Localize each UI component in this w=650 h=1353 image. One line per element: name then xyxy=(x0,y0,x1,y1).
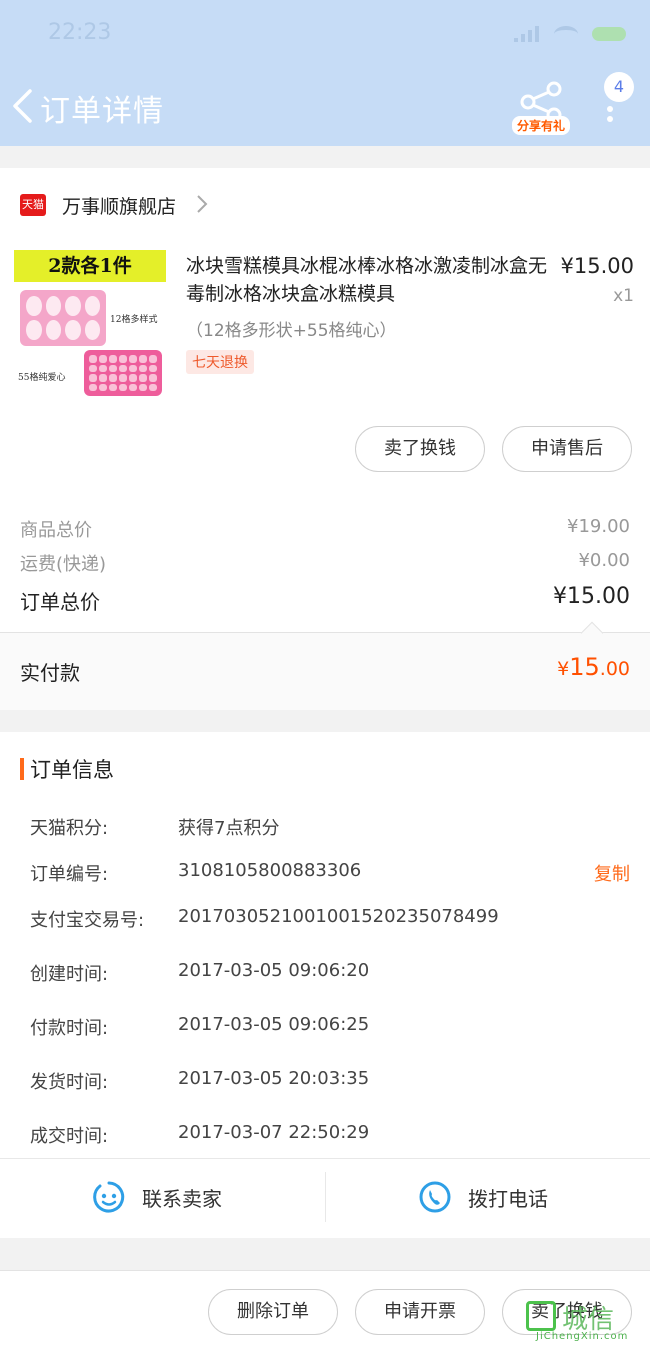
page-title: 订单详情 xyxy=(40,94,164,129)
divider xyxy=(0,1158,650,1159)
shipped-time-label: 发货时间: xyxy=(30,1072,109,1093)
order-number-label: 订单编号: xyxy=(30,864,109,885)
points-label: 天猫积分: xyxy=(30,818,109,839)
message-count-badge[interactable]: 4 xyxy=(604,72,634,102)
shop-name[interactable]: 万事顺旗舰店 xyxy=(62,192,176,219)
status-time: 22:23 xyxy=(48,20,112,45)
shipping-value: ¥0.00 xyxy=(578,550,630,571)
thumb-caption: 55格纯爱心 xyxy=(18,373,66,383)
product-quantity: x1 xyxy=(613,286,634,306)
completed-time-value: 2017-03-07 22:50:29 xyxy=(178,1122,370,1143)
call-phone-button[interactable]: 拨打电话 xyxy=(418,1172,548,1222)
thumb-caption: 12格多样式 xyxy=(110,315,158,325)
battery-icon xyxy=(592,27,626,41)
sell-for-cash-button[interactable]: 卖了换钱 xyxy=(355,426,485,472)
phone-icon xyxy=(419,1181,451,1213)
bottom-action-bar: 删除订单 申请开票 卖了换钱 城信 JiChengXin.com xyxy=(0,1270,650,1353)
tmall-logo-icon: 天猫 xyxy=(20,194,46,216)
order-item-card: 天猫 万事顺旗舰店 2款各1件 12格多样式 55格纯爱心 冰块雪糕模具冰棍冰棒… xyxy=(0,168,650,708)
product-sku: （12格多形状+55格纯心） xyxy=(186,321,397,341)
order-total-value: ¥15.00 xyxy=(553,584,630,609)
contact-seller-label: 联系卖家 xyxy=(142,1186,222,1211)
thumb-banner: 2款各1件 xyxy=(14,250,166,282)
chat-face-icon xyxy=(93,1181,125,1213)
order-number-value: 3108105800883306 xyxy=(178,860,362,881)
share-gift-tag[interactable]: 分享有礼 xyxy=(512,116,571,135)
paid-value: ¥15.00 xyxy=(557,653,630,681)
call-phone-label: 拨打电话 xyxy=(468,1186,548,1211)
paid-amount-row: 实付款 ¥15.00 xyxy=(0,621,650,710)
watermark-subtext: JiChengXin.com xyxy=(536,1331,629,1342)
contact-seller-button[interactable]: 联系卖家 xyxy=(92,1172,222,1222)
mold-tray-image xyxy=(20,290,106,346)
product-thumbnail[interactable]: 2款各1件 12格多样式 55格纯爱心 xyxy=(14,250,166,402)
product-price: ¥15.00 xyxy=(560,254,634,278)
watermark-logo: 城信 JiChengXin.com xyxy=(524,1299,644,1345)
order-total-label: 订单总价 xyxy=(20,590,100,614)
request-invoice-button[interactable]: 申请开票 xyxy=(355,1289,485,1335)
mold-tray-image xyxy=(84,350,162,396)
header-bar: 22:23 订单详情 分享有礼 4 xyxy=(0,0,650,146)
order-info-title: 订单信息 xyxy=(30,758,114,782)
shipped-time-value: 2017-03-05 20:03:35 xyxy=(178,1068,370,1089)
status-icons xyxy=(514,26,626,42)
created-time-label: 创建时间: xyxy=(30,964,109,985)
after-sale-button[interactable]: 申请售后 xyxy=(502,426,632,472)
points-value: 获得7点积分 xyxy=(178,818,280,839)
divider xyxy=(325,1172,326,1222)
alipay-trade-value: 2017030521001001520235078499 xyxy=(178,906,499,927)
delete-order-button[interactable]: 删除订单 xyxy=(208,1289,338,1335)
order-info-card: 订单信息 天猫积分: 获得7点积分 订单编号: 3108105800883306… xyxy=(0,732,650,1238)
watermark-square-icon xyxy=(526,1301,556,1331)
chevron-right-icon[interactable] xyxy=(196,194,208,214)
completed-time-label: 成交时间: xyxy=(30,1126,109,1147)
section-accent-bar xyxy=(20,758,24,780)
paid-label: 实付款 xyxy=(20,661,80,685)
copy-order-number-button[interactable]: 复制 xyxy=(594,860,630,886)
alipay-trade-label: 支付宝交易号: xyxy=(30,910,145,931)
return-policy-tag: 七天退换 xyxy=(186,350,254,374)
goods-total-value: ¥19.00 xyxy=(567,516,630,537)
created-time-value: 2017-03-05 09:06:20 xyxy=(178,960,370,981)
paid-dec: .00 xyxy=(599,658,630,680)
paid-int: 15 xyxy=(569,653,600,681)
paid-time-value: 2017-03-05 09:06:25 xyxy=(178,1014,370,1035)
goods-total-label: 商品总价 xyxy=(20,520,92,541)
product-name[interactable]: 冰块雪糕模具冰棍冰棒冰格冰激凌制冰盒无毒制冰格冰块盒冰糕模具 xyxy=(186,252,548,308)
paid-time-label: 付款时间: xyxy=(30,1018,109,1039)
signal-icon xyxy=(514,26,540,42)
back-arrow-icon[interactable] xyxy=(10,88,36,124)
more-dot-icon[interactable] xyxy=(607,106,613,112)
shipping-label: 运费(快递) xyxy=(20,554,107,575)
more-dot-icon[interactable] xyxy=(607,116,613,122)
wifi-icon xyxy=(554,26,578,42)
paid-currency: ¥ xyxy=(557,658,570,680)
